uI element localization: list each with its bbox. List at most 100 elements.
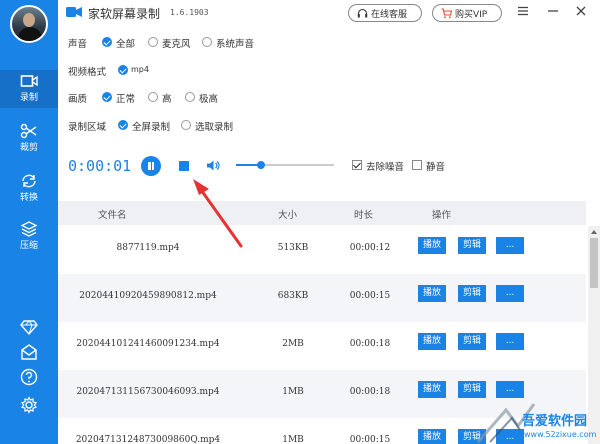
cell-size: 1MB: [282, 387, 304, 397]
audio-option-all[interactable]: 全部: [102, 36, 135, 50]
edit-button[interactable]: 剪辑: [458, 285, 486, 302]
column-header-size: 大小: [278, 210, 298, 221]
volume-icon[interactable]: [206, 159, 220, 172]
cart-icon: [441, 8, 452, 19]
play-button[interactable]: 播放: [418, 333, 446, 350]
table-row[interactable]: 20204410920459890812.mp4 683KB 00:00:15 播放剪…: [58, 274, 586, 322]
stop-button[interactable]: [179, 161, 189, 171]
denoise-check[interactable]: [352, 160, 362, 170]
option-label: 选取录制: [195, 122, 234, 133]
radio[interactable]: [202, 37, 212, 47]
radio[interactable]: [148, 37, 158, 47]
cell-duration: 00:00:18: [349, 387, 391, 397]
option-label: 系统声音: [216, 39, 255, 50]
cell-file-name: 202044101241460091234.mp4: [76, 339, 220, 349]
cell-file-name: 20204713115673004609З.mp4: [76, 387, 220, 397]
format-option-mp4[interactable]: mp4: [118, 64, 149, 75]
record-icon: [20, 75, 38, 87]
help-icon[interactable]: [20, 368, 38, 386]
menu-icon[interactable]: [516, 4, 530, 18]
cell-file-name: 8877119.mp4: [116, 243, 180, 253]
quality-option-high[interactable]: 高: [148, 91, 172, 105]
audio-option-system[interactable]: 系统声音: [202, 36, 254, 50]
radio[interactable]: [148, 92, 158, 102]
buy-vip-label: 购买VIP: [455, 10, 488, 20]
more-button[interactable]: ...: [496, 333, 524, 350]
online-service-button[interactable]: 在线客服: [348, 4, 422, 22]
quality-option-ultra[interactable]: 极高: [185, 91, 218, 105]
radio[interactable]: [185, 92, 195, 102]
radio-checked[interactable]: [102, 92, 112, 102]
cell-duration: 00:00:18: [349, 339, 391, 349]
watermark-url: www.52zixue.com: [524, 430, 597, 439]
column-header-duration: 时长: [354, 210, 374, 221]
minimize-icon[interactable]: [546, 4, 560, 18]
volume-slider[interactable]: [236, 161, 334, 169]
mail-icon[interactable]: [20, 343, 38, 361]
radio-checked[interactable]: [102, 37, 112, 47]
sidebar-item-label: 裁剪: [19, 143, 38, 153]
column-header-name: 文件名: [98, 210, 127, 221]
app-title: 家软屏幕录制: [88, 7, 161, 21]
play-button[interactable]: 播放: [418, 237, 446, 254]
radio-checked[interactable]: [118, 120, 128, 130]
sidebar-item-convert[interactable]: 转换: [0, 170, 58, 208]
more-button[interactable]: ...: [496, 285, 524, 302]
close-icon[interactable]: [574, 4, 588, 18]
area-option-fullscreen[interactable]: 全屏录制: [118, 119, 170, 133]
scroll-thumb[interactable]: [590, 238, 598, 288]
table-row[interactable]: 202044101241460091234.mp4 2MB 00:00:18 播放 剪辑…: [58, 322, 586, 370]
mute-check[interactable]: [412, 160, 422, 170]
denoise-label: 去除噪音: [366, 162, 405, 173]
cell-duration: 00:00:15: [349, 291, 391, 301]
option-label: 全部: [116, 39, 136, 50]
area-option-region[interactable]: 选取录制: [181, 119, 233, 133]
pause-button[interactable]: [141, 156, 161, 176]
play-button[interactable]: 播放: [418, 285, 446, 302]
settings-icon[interactable]: [20, 396, 38, 414]
watermark-name: 吾爱软件园: [522, 414, 588, 429]
option-label: mp4: [131, 65, 149, 74]
sidebar-item-label: 压缩: [19, 241, 38, 251]
scroll-up-icon[interactable]: [591, 230, 597, 234]
app-logo-icon: [66, 7, 82, 17]
option-label: 高: [162, 94, 172, 105]
cell-duration: 00:00:15: [349, 435, 391, 444]
cell-file-name: 20204713124873009860Q.mp4: [75, 435, 221, 444]
online-service-label: 在线客服: [371, 10, 408, 20]
radio[interactable]: [181, 120, 191, 130]
sidebar-item-compress[interactable]: 压缩: [0, 218, 58, 256]
table-row[interactable]: 8877119.mp4 513KB 00:00:12 播放 剪辑...: [58, 226, 586, 274]
sidebar-item-label: 转换: [19, 193, 38, 203]
cell-size: 1MB: [282, 435, 304, 444]
play-button[interactable]: 播放: [418, 381, 446, 398]
app-version: 1.6.1903: [170, 8, 209, 17]
edit-button[interactable]: 剪辑: [458, 237, 486, 254]
headset-icon: [357, 8, 368, 18]
volume-slider-handle[interactable]: [256, 161, 265, 169]
option-label: 极高: [199, 94, 219, 105]
sidebar-item-trim[interactable]: 裁剪: [0, 120, 58, 158]
play-button[interactable]: 播放: [418, 429, 446, 444]
radio-checked[interactable]: [118, 65, 128, 75]
denoise-checkbox[interactable]: 去除噪音: [352, 159, 404, 173]
compress-icon: [20, 221, 38, 237]
buy-vip-button[interactable]: 购买VIP: [432, 4, 502, 22]
column-header-actions: 操作: [432, 210, 452, 221]
diamond-icon[interactable]: [20, 318, 38, 336]
sidebar: 录制 裁剪 转换 压缩: [0, 0, 58, 444]
format-label: 视频格式: [68, 67, 107, 78]
cell-size: 513KB: [277, 243, 309, 253]
avatar[interactable]: [10, 5, 48, 43]
convert-icon: [22, 174, 36, 188]
mute-checkbox[interactable]: 静音: [412, 159, 445, 173]
option-label: 麦克风: [162, 39, 191, 50]
more-button[interactable]: ...: [496, 237, 524, 254]
edit-button[interactable]: 剪辑: [458, 333, 486, 350]
sidebar-item-record[interactable]: 录制: [0, 70, 58, 108]
record-timer: 0:00:01: [68, 157, 132, 175]
quality-option-normal[interactable]: 正常: [102, 91, 135, 105]
option-label: 全屏录制: [132, 122, 171, 133]
cell-file-name: 20204410920459890812.mp4: [79, 291, 217, 301]
audio-option-mic[interactable]: 麦克风: [148, 36, 191, 50]
